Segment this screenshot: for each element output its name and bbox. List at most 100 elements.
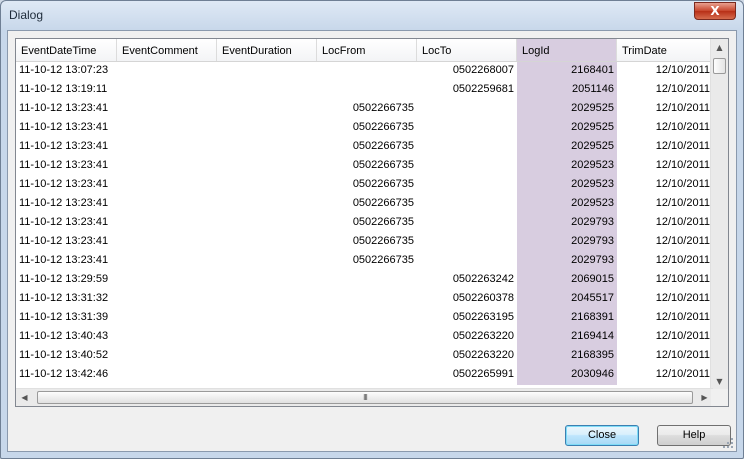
cell-trimdate[interactable]: 12/10/2011 bbox=[617, 176, 713, 195]
cell-logid[interactable]: 2029523 bbox=[517, 195, 617, 214]
scroll-up-icon[interactable]: ▲ bbox=[711, 39, 728, 56]
table-row[interactable]: 11-10-12 13:23:41 0502266735 2029793 12/10/… bbox=[16, 214, 713, 233]
cell-eventduration[interactable] bbox=[217, 309, 317, 328]
cell-eventcomment[interactable] bbox=[117, 195, 217, 214]
cell-logid[interactable]: 2168401 bbox=[517, 62, 617, 81]
cell-eventduration[interactable] bbox=[217, 271, 317, 290]
cell-locto[interactable] bbox=[417, 157, 517, 176]
cell-locto[interactable] bbox=[417, 233, 517, 252]
cell-logid[interactable]: 2168395 bbox=[517, 347, 617, 366]
cell-locfrom[interactable] bbox=[317, 347, 417, 366]
cell-eventduration[interactable] bbox=[217, 81, 317, 100]
cell-locto[interactable]: 0502263242 bbox=[417, 271, 517, 290]
cell-trimdate[interactable]: 12/10/2011 bbox=[617, 290, 713, 309]
vertical-scrollbar[interactable]: ▲ ▼ bbox=[710, 39, 728, 390]
cell-eventcomment[interactable] bbox=[117, 233, 217, 252]
cell-locfrom[interactable]: 0502266735 bbox=[317, 138, 417, 157]
cell-locto[interactable] bbox=[417, 176, 517, 195]
cell-eventcomment[interactable] bbox=[117, 62, 217, 81]
cell-locto[interactable] bbox=[417, 195, 517, 214]
cell-logid[interactable]: 2029523 bbox=[517, 176, 617, 195]
cell-trimdate[interactable]: 12/10/2011 bbox=[617, 366, 713, 385]
cell-logid[interactable]: 2029793 bbox=[517, 252, 617, 271]
column-header-eventdatetime[interactable]: EventDateTime bbox=[16, 39, 117, 61]
cell-logid[interactable]: 2169414 bbox=[517, 328, 617, 347]
cell-eventdatetime[interactable]: 11-10-12 13:42:46 bbox=[16, 366, 117, 385]
table-row[interactable]: 11-10-12 13:29:59 0502263242 2069015 12/10/… bbox=[16, 271, 713, 290]
table-row[interactable]: 11-10-12 13:31:39 0502263195 2168391 12/10/… bbox=[16, 309, 713, 328]
table-row[interactable]: 11-10-12 13:23:41 0502266735 2029523 12/10/… bbox=[16, 195, 713, 214]
cell-eventduration[interactable] bbox=[217, 119, 317, 138]
cell-locto[interactable] bbox=[417, 214, 517, 233]
cell-eventcomment[interactable] bbox=[117, 271, 217, 290]
column-header-trimdate[interactable]: TrimDate bbox=[617, 39, 713, 61]
cell-locfrom[interactable]: 0502266735 bbox=[317, 195, 417, 214]
cell-locto[interactable]: 0502260378 bbox=[417, 290, 517, 309]
table-row[interactable]: 11-10-12 13:23:41 0502266735 2029523 12/10/… bbox=[16, 157, 713, 176]
cell-eventduration[interactable] bbox=[217, 138, 317, 157]
cell-locfrom[interactable]: 0502266735 bbox=[317, 214, 417, 233]
cell-eventduration[interactable] bbox=[217, 252, 317, 271]
cell-eventdatetime[interactable]: 11-10-12 13:31:39 bbox=[16, 309, 117, 328]
cell-eventdatetime[interactable]: 11-10-12 13:40:52 bbox=[16, 347, 117, 366]
column-header-logid[interactable]: LogId bbox=[517, 39, 617, 61]
cell-locfrom[interactable] bbox=[317, 290, 417, 309]
scroll-left-icon[interactable]: ◀ bbox=[16, 389, 33, 406]
cell-eventdatetime[interactable]: 11-10-12 13:23:41 bbox=[16, 157, 117, 176]
resize-grip-icon[interactable] bbox=[722, 437, 734, 449]
table-row[interactable]: 11-10-12 13:23:41 0502266735 2029523 12/10/… bbox=[16, 176, 713, 195]
cell-eventcomment[interactable] bbox=[117, 138, 217, 157]
cell-eventcomment[interactable] bbox=[117, 157, 217, 176]
cell-trimdate[interactable]: 12/10/2011 bbox=[617, 271, 713, 290]
cell-logid[interactable]: 2069015 bbox=[517, 271, 617, 290]
cell-eventduration[interactable] bbox=[217, 366, 317, 385]
cell-locfrom[interactable]: 0502266735 bbox=[317, 100, 417, 119]
cell-eventdatetime[interactable]: 11-10-12 13:40:43 bbox=[16, 328, 117, 347]
cell-eventdatetime[interactable]: 11-10-12 13:23:41 bbox=[16, 100, 117, 119]
cell-trimdate[interactable]: 12/10/2011 bbox=[617, 195, 713, 214]
cell-eventcomment[interactable] bbox=[117, 81, 217, 100]
cell-locto[interactable] bbox=[417, 138, 517, 157]
window-close-button[interactable]: X bbox=[694, 2, 736, 20]
cell-eventduration[interactable] bbox=[217, 176, 317, 195]
table-row[interactable]: 11-10-12 13:19:11 0502259681 2051146 12/10/… bbox=[16, 81, 713, 100]
cell-logid[interactable]: 2045517 bbox=[517, 290, 617, 309]
table-row[interactable]: 11-10-12 13:40:52 0502263220 2168395 12/10/… bbox=[16, 347, 713, 366]
cell-eventduration[interactable] bbox=[217, 157, 317, 176]
cell-trimdate[interactable]: 12/10/2011 bbox=[617, 252, 713, 271]
help-button[interactable]: Help bbox=[657, 425, 731, 446]
cell-eventdatetime[interactable]: 11-10-12 13:29:59 bbox=[16, 271, 117, 290]
table-row[interactable]: 11-10-12 13:23:41 0502266735 2029793 12/10/… bbox=[16, 233, 713, 252]
cell-eventcomment[interactable] bbox=[117, 100, 217, 119]
cell-eventdatetime[interactable]: 11-10-12 13:23:41 bbox=[16, 138, 117, 157]
cell-trimdate[interactable]: 12/10/2011 bbox=[617, 328, 713, 347]
scroll-down-icon[interactable]: ▼ bbox=[711, 373, 728, 390]
table-row[interactable]: 11-10-12 13:31:32 0502260378 2045517 12/10/… bbox=[16, 290, 713, 309]
cell-locfrom[interactable] bbox=[317, 81, 417, 100]
cell-eventcomment[interactable] bbox=[117, 328, 217, 347]
cell-locfrom[interactable]: 0502266735 bbox=[317, 157, 417, 176]
cell-eventduration[interactable] bbox=[217, 290, 317, 309]
cell-locfrom[interactable] bbox=[317, 328, 417, 347]
cell-locfrom[interactable]: 0502266735 bbox=[317, 252, 417, 271]
cell-locto[interactable]: 0502265991 bbox=[417, 366, 517, 385]
cell-trimdate[interactable]: 12/10/2011 bbox=[617, 309, 713, 328]
column-header-eventduration[interactable]: EventDuration bbox=[217, 39, 317, 61]
cell-eventduration[interactable] bbox=[217, 195, 317, 214]
cell-eventcomment[interactable] bbox=[117, 309, 217, 328]
table-row[interactable]: 11-10-12 13:40:43 0502263220 2169414 12/10/… bbox=[16, 328, 713, 347]
cell-eventduration[interactable] bbox=[217, 233, 317, 252]
cell-logid[interactable]: 2029793 bbox=[517, 233, 617, 252]
cell-logid[interactable]: 2029525 bbox=[517, 119, 617, 138]
cell-locto[interactable]: 0502263220 bbox=[417, 347, 517, 366]
cell-locto[interactable] bbox=[417, 252, 517, 271]
cell-locfrom[interactable] bbox=[317, 271, 417, 290]
cell-eventdatetime[interactable]: 11-10-12 13:23:41 bbox=[16, 214, 117, 233]
cell-eventcomment[interactable] bbox=[117, 176, 217, 195]
cell-locfrom[interactable]: 0502266735 bbox=[317, 176, 417, 195]
close-button[interactable]: Close bbox=[565, 425, 639, 446]
cell-trimdate[interactable]: 12/10/2011 bbox=[617, 100, 713, 119]
cell-logid[interactable]: 2168391 bbox=[517, 309, 617, 328]
vertical-scroll-thumb[interactable] bbox=[713, 58, 726, 74]
cell-eventcomment[interactable] bbox=[117, 119, 217, 138]
